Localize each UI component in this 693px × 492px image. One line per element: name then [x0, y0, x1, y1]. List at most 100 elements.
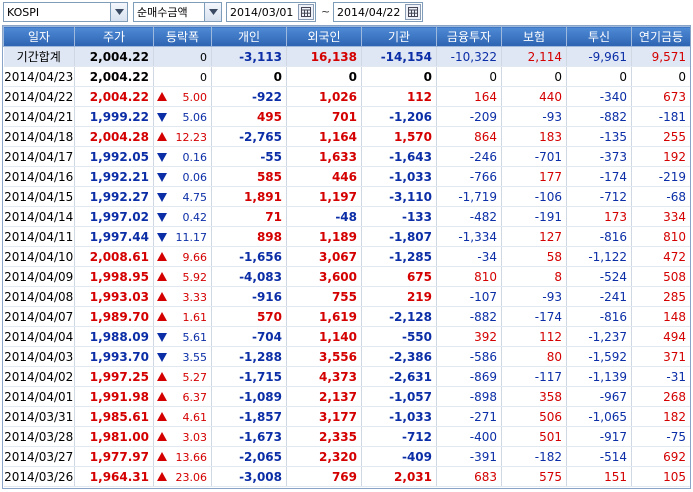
table-row[interactable]: 2014/04/11 1,997.44 11.17 898 1,189 -1,807 -1,… — [3, 226, 691, 247]
trust-cell: 151 — [566, 466, 632, 487]
individual-cell: -1,288 — [211, 346, 287, 367]
institution-cell: 0 — [361, 66, 437, 87]
type-dropdown-button[interactable] — [204, 2, 222, 22]
col-header-pension[interactable]: 연기금등 — [631, 26, 691, 47]
col-header-financial-investment[interactable]: 금융투자 — [436, 26, 502, 47]
pension-cell: 182 — [631, 406, 691, 427]
insurance-cell: -191 — [501, 206, 567, 227]
date-cell: 2014/04/15 — [3, 186, 75, 207]
insurance-cell: -93 — [501, 106, 567, 127]
date-cell: 2014/04/22 — [3, 86, 75, 107]
pension-cell: -31 — [631, 366, 691, 387]
foreign-cell: 2,335 — [286, 426, 362, 447]
table-row[interactable]: 2014/04/18 2,004.28 12.23 -2,765 1,164 1,570 8… — [3, 126, 691, 147]
financial-investment-cell: -391 — [436, 446, 502, 467]
table-row[interactable]: 2014/04/08 1,993.03 3.33 -916 755 219 -107 -93-… — [3, 286, 691, 307]
date-cell: 2014/04/17 — [3, 146, 75, 167]
trust-cell: -882 — [566, 106, 632, 127]
date-cell: 2014/04/02 — [3, 366, 75, 387]
financial-investment-cell: 810 — [436, 266, 502, 287]
foreign-cell: 2,320 — [286, 446, 362, 467]
institution-cell: -2,386 — [361, 346, 437, 367]
financial-investment-cell: -107 — [436, 286, 502, 307]
individual-cell: -4,083 — [211, 266, 287, 287]
foreign-cell: 0 — [286, 66, 362, 87]
end-calendar-button[interactable] — [405, 4, 421, 20]
table-row[interactable]: 2014/03/27 1,977.97 13.66 -2,065 2,320 -409 -3… — [3, 446, 691, 467]
table-row[interactable]: 2014/04/14 1,997.02 0.42 71 -48 -133 -482 -191 1… — [3, 206, 691, 227]
date-cell: 2014/04/04 — [3, 326, 75, 347]
change-value: 3.55 — [182, 350, 208, 364]
price-cell: 1,991.98 — [74, 386, 154, 407]
triangle-up-icon — [157, 372, 167, 381]
pension-cell: 9,571 — [631, 46, 691, 67]
change-cell: 3.55 — [153, 346, 212, 367]
financial-investment-cell: -482 — [436, 206, 502, 227]
financial-investment-cell: -898 — [436, 386, 502, 407]
trust-cell: -174 — [566, 166, 632, 187]
summary-row[interactable]: 기간합계 2,004.22 0 -3,113 16,138 -14,154 -10,322 2… — [3, 46, 691, 67]
table-row[interactable]: 2014/04/23 2,004.22 0 0 0 0 0 0 0 0 — [3, 66, 691, 87]
price-cell: 1,988.09 — [74, 326, 154, 347]
table-row[interactable]: 2014/04/03 1,993.70 3.55 -1,288 3,556 -2,386-… — [3, 346, 691, 367]
col-header-date[interactable]: 일자 — [3, 26, 75, 47]
foreign-cell: 1,633 — [286, 146, 362, 167]
table-row[interactable]: 2014/04/10 2,008.61 9.66 -1,656 3,067 -1,285-… — [3, 246, 691, 267]
institution-cell: -1,057 — [361, 386, 437, 407]
change-cell: 0 — [153, 46, 212, 67]
col-header-individual[interactable]: 개인 — [211, 26, 287, 47]
change-cell: 5.92 — [153, 266, 212, 287]
institution-cell: -1,807 — [361, 226, 437, 247]
table-row[interactable]: 2014/04/15 1,992.27 4.75 1,891 1,197 -3,110 -1… — [3, 186, 691, 207]
individual-cell: 495 — [211, 106, 287, 127]
table-row[interactable]: 2014/04/16 1,992.21 0.06 585 446 -1,033 -766 17… — [3, 166, 691, 187]
col-header-foreign[interactable]: 외국인 — [286, 26, 362, 47]
table-row[interactable]: 2014/04/21 1,999.22 5.06 495 701 -1,206 -209 -9… — [3, 106, 691, 127]
date-range-separator: ~ — [321, 5, 331, 18]
individual-cell: -2,765 — [211, 126, 287, 147]
type-select[interactable]: 순매수금액 — [133, 2, 205, 22]
table-row[interactable]: 2014/04/17 1,992.05 0.16 -55 1,633 -1,643 -246… — [3, 146, 691, 167]
table-row[interactable]: 2014/04/04 1,988.09 5.61 -704 1,140 -550 392 11… — [3, 326, 691, 347]
financial-investment-cell: 392 — [436, 326, 502, 347]
change-value: 1.61 — [182, 310, 208, 324]
col-header-trust[interactable]: 투신 — [566, 26, 632, 47]
insurance-cell: 183 — [501, 126, 567, 147]
insurance-cell: 0 — [501, 66, 567, 87]
trust-cell: -514 — [566, 446, 632, 467]
table-row[interactable]: 2014/04/07 1,989.70 1.61 570 1,619 -2,128 -882… — [3, 306, 691, 327]
col-header-price[interactable]: 주가 — [74, 26, 154, 47]
trust-cell: -1,592 — [566, 346, 632, 367]
insurance-cell: -701 — [501, 146, 567, 167]
triangle-down-icon — [157, 153, 167, 162]
market-dropdown-button[interactable] — [110, 2, 128, 22]
foreign-cell: 1,026 — [286, 86, 362, 107]
insurance-cell: -174 — [501, 306, 567, 327]
table-row[interactable]: 2014/04/09 1,998.95 5.92 -4,083 3,600 675 810 8… — [3, 266, 691, 287]
market-select-value: KOSPI — [7, 5, 40, 19]
trust-cell: -1,139 — [566, 366, 632, 387]
price-cell: 1,993.03 — [74, 286, 154, 307]
financial-investment-cell: -400 — [436, 426, 502, 447]
financial-investment-cell: -246 — [436, 146, 502, 167]
market-select[interactable]: KOSPI — [3, 2, 111, 22]
change-value: 0.42 — [182, 210, 208, 224]
table-row[interactable]: 2014/03/31 1,985.61 4.61 -1,857 3,177 -1,033-… — [3, 406, 691, 427]
table-row[interactable]: 2014/04/01 1,991.98 6.37 -1,089 2,137 -1,057-… — [3, 386, 691, 407]
financial-investment-cell: -271 — [436, 406, 502, 427]
table-row[interactable]: 2014/03/26 1,964.31 23.06 -3,008 769 2,031 683… — [3, 466, 691, 487]
change-cell: 6.37 — [153, 386, 212, 407]
table-row[interactable]: 2014/04/02 1,997.25 5.27 -1,715 4,373 -2,631-… — [3, 366, 691, 387]
col-header-institution[interactable]: 기관 — [361, 26, 437, 47]
pension-cell: -68 — [631, 186, 691, 207]
table-row[interactable]: 2014/03/28 1,981.00 3.03 -1,673 2,335 -712 -40… — [3, 426, 691, 447]
col-header-insurance[interactable]: 보험 — [501, 26, 567, 47]
change-cell: 4.75 — [153, 186, 212, 207]
triangle-up-icon — [157, 312, 167, 321]
change-value: 9.66 — [182, 250, 208, 264]
col-header-change[interactable]: 등락폭 — [153, 26, 212, 47]
start-calendar-button[interactable] — [298, 4, 314, 20]
triangle-up-icon — [157, 292, 167, 301]
table-row[interactable]: 2014/04/22 2,004.22 5.00 -922 1,026 112 164 440… — [3, 86, 691, 107]
individual-cell: 1,891 — [211, 186, 287, 207]
